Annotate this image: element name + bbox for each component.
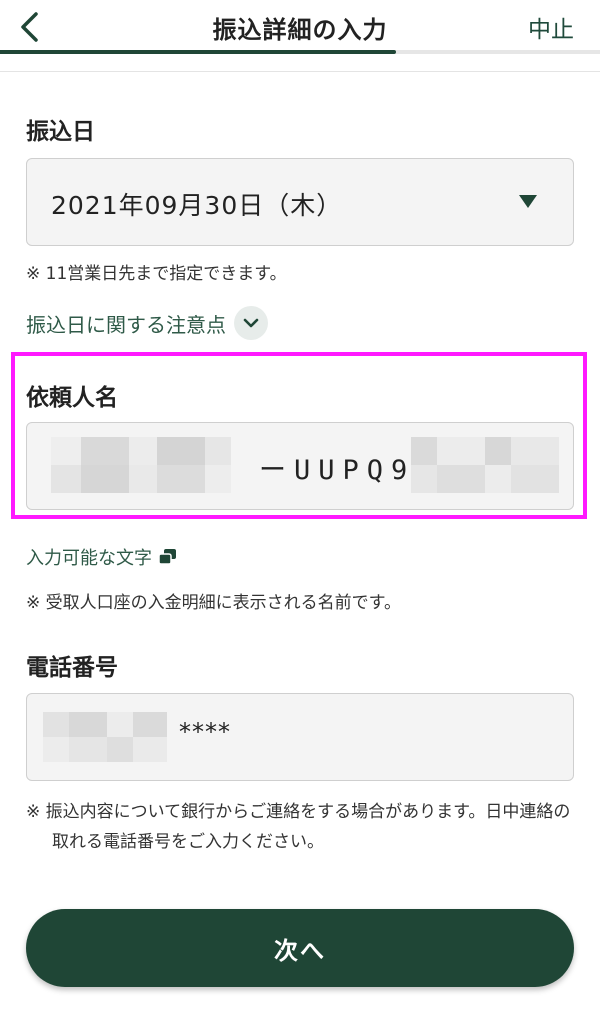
cancel-button[interactable]: 中止 — [528, 10, 574, 44]
allowed-characters-label: 入力可能な文字 — [26, 548, 152, 569]
phone-note: ※ 振込内容について銀行からご連絡をする場合があります。日中連絡の取れる電話番号… — [26, 802, 571, 852]
requester-name-label: 依頼人名 — [26, 385, 118, 411]
allowed-characters-link[interactable]: 入力可能な文字 — [26, 544, 178, 570]
redacted-text — [51, 437, 231, 493]
dropdown-arrow-icon — [519, 195, 537, 208]
phone-value: **** — [179, 718, 231, 746]
requester-name-field[interactable]: ーUUPQ9 — [26, 422, 574, 510]
next-button-label: 次へ — [274, 937, 326, 965]
phone-field[interactable]: **** — [26, 693, 574, 781]
redacted-text — [43, 712, 167, 762]
external-window-icon — [158, 549, 176, 565]
transfer-date-label: 振込日 — [26, 119, 95, 145]
top-bar: 振込詳細の入力 中止 — [0, 0, 600, 72]
next-button[interactable]: 次へ — [26, 909, 574, 987]
caution-link-label: 振込日に関する注意点 — [26, 312, 226, 337]
requester-name-note: ※ 受取人口座の入金明細に表示される名前です。 — [26, 593, 401, 613]
requester-name-value: ーUUPQ9 — [259, 455, 416, 486]
page-title: 振込詳細の入力 — [212, 16, 388, 44]
transfer-date-value: 2021年09月30日（木） — [51, 191, 343, 220]
transfer-date-caution-link[interactable]: 振込日に関する注意点 — [26, 306, 268, 340]
transfer-date-select[interactable]: 2021年09月30日（木） — [26, 158, 574, 246]
chevron-down-icon — [234, 306, 268, 340]
phone-label: 電話番号 — [26, 655, 118, 681]
transfer-date-note: ※ 11営業日先まで指定できます。 — [26, 264, 287, 284]
redacted-text — [411, 437, 559, 493]
progress-bar — [0, 50, 600, 54]
progress-fill — [0, 50, 396, 54]
